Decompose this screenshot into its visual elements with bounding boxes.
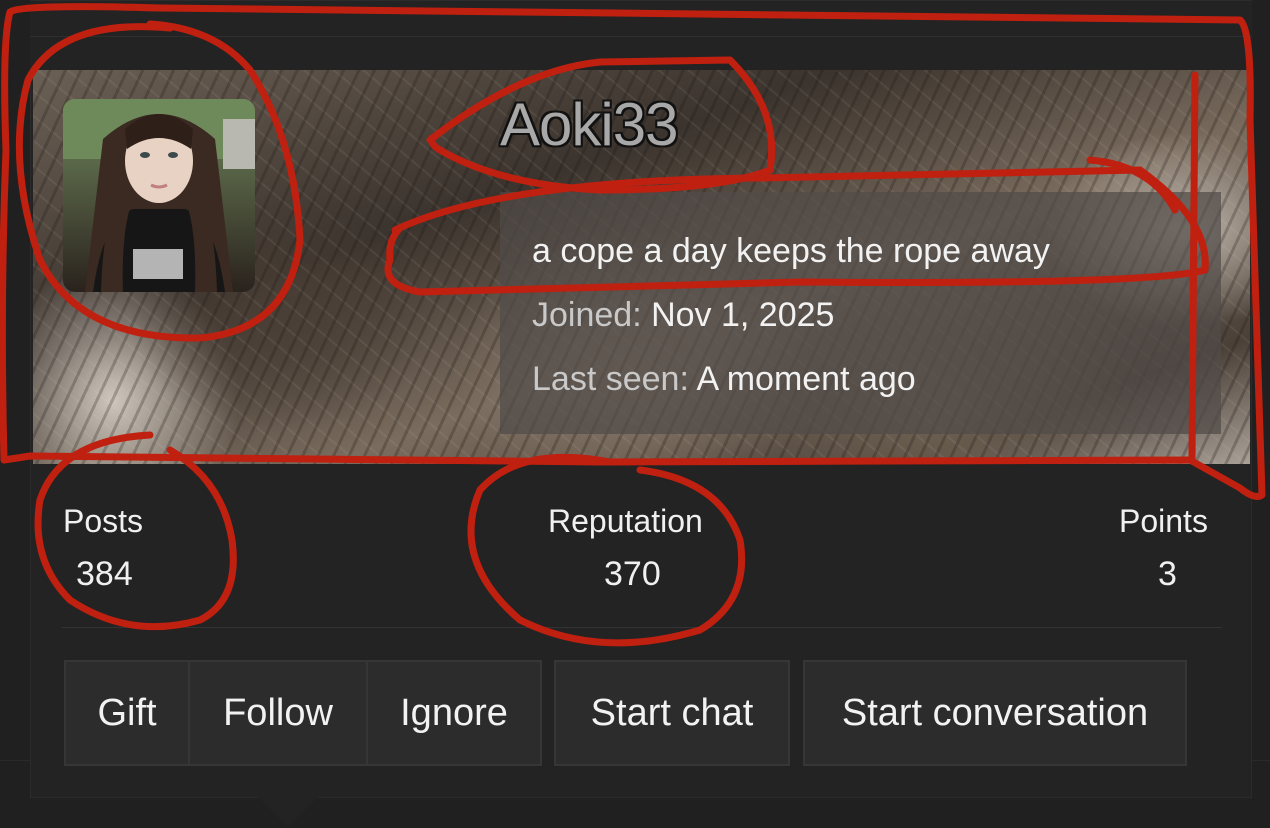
reputation-value[interactable]: 370 (604, 557, 661, 591)
joined-value: Nov 1, 2025 (651, 296, 835, 334)
status-message: a cope a day keeps the rope away (532, 232, 1050, 270)
reputation-label: Reputation (548, 503, 703, 539)
joined-row: Joined: Nov 1, 2025 (532, 298, 834, 332)
start-conversation-button[interactable]: Start conversation (803, 660, 1187, 766)
follow-button[interactable]: Follow (188, 660, 368, 766)
last-seen-row: Last seen: A moment ago (532, 362, 916, 396)
ignore-button[interactable]: Ignore (366, 660, 542, 766)
profile-info-box: a cope a day keeps the rope away Joined:… (500, 192, 1221, 434)
last-seen-value: A moment ago (696, 360, 916, 398)
username[interactable]: Aoki33 (500, 95, 678, 155)
avatar[interactable] (63, 99, 255, 292)
posts-value[interactable]: 384 (76, 557, 133, 591)
profile-tooltip-screen: Aoki33 a cope a day keeps the rope away … (0, 0, 1270, 828)
stats-divider (62, 627, 1222, 628)
start-chat-button[interactable]: Start chat (554, 660, 790, 766)
posts-label: Posts (63, 503, 144, 539)
joined-label: Joined: (532, 296, 642, 334)
points-label: Points (1119, 503, 1208, 539)
points-value[interactable]: 3 (1158, 557, 1177, 591)
last-seen-label: Last seen: (532, 360, 689, 398)
header-divider (30, 36, 1252, 37)
avatar-image (63, 99, 255, 292)
tooltip-pointer (258, 797, 318, 827)
header-strip (30, 0, 1252, 69)
gift-button[interactable]: Gift (64, 660, 190, 766)
